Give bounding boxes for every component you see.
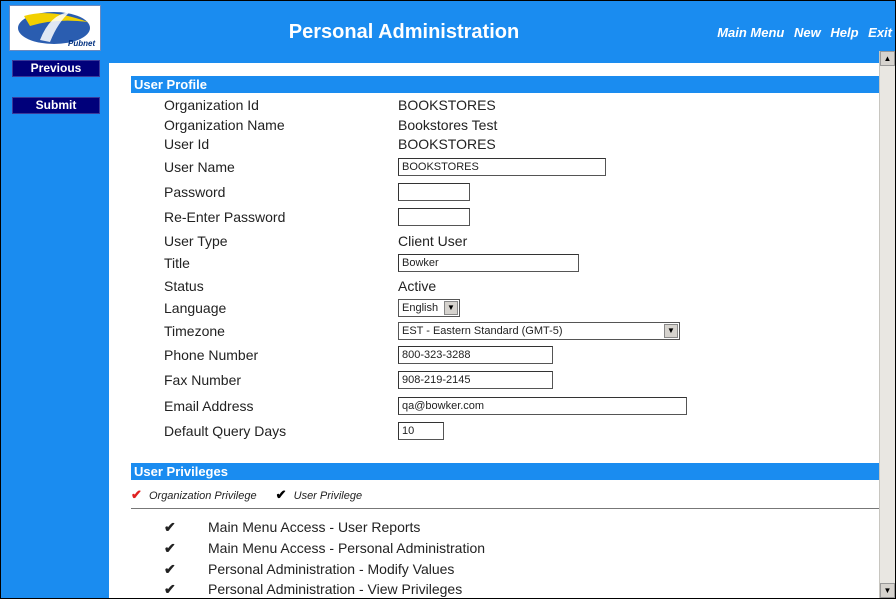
reenter-password-row: Re-Enter Password xyxy=(164,207,864,227)
chevron-down-icon[interactable]: ▼ xyxy=(444,301,458,315)
user-name-label: User Name xyxy=(164,159,235,175)
app-window: Pubnet Previous Submit Personal Administ… xyxy=(0,0,896,599)
reenter-password-label: Re-Enter Password xyxy=(164,209,286,225)
title-row: Title Bowker xyxy=(164,253,864,273)
fax-input[interactable]: 908-219-2145 xyxy=(398,371,553,389)
legend-user-label: User Privilege xyxy=(293,490,363,502)
language-label: Language xyxy=(164,300,227,316)
query-days-row: Default Query Days 10 xyxy=(164,421,864,441)
phone-label: Phone Number xyxy=(164,347,259,363)
checkmark-icon: ✔ xyxy=(164,581,176,597)
org-id-label: Organization Id xyxy=(164,97,259,113)
org-name-value: Bookstores Test xyxy=(398,117,498,133)
email-row: Email Address qa@bowker.com xyxy=(164,396,864,416)
help-link[interactable]: Help xyxy=(830,25,858,40)
pubnet-logo: Pubnet xyxy=(9,5,101,51)
page-title: Personal Administration xyxy=(288,21,520,43)
status-label: Status xyxy=(164,278,204,294)
org-name-label: Organization Name xyxy=(164,117,285,133)
chevron-down-icon[interactable]: ▼ xyxy=(664,324,678,338)
email-input[interactable]: qa@bowker.com xyxy=(398,397,687,415)
user-type-value: Client User xyxy=(398,233,468,249)
legend-org-label: Organization Privilege xyxy=(148,490,257,502)
query-days-input[interactable]: 10 xyxy=(398,422,444,440)
user-profile-header: User Profile xyxy=(131,76,879,93)
title-label: Title xyxy=(164,255,190,271)
section-divider xyxy=(131,508,879,509)
user-name-row: User Name BOOKSTORES xyxy=(164,157,864,177)
new-link[interactable]: New xyxy=(794,25,821,40)
language-select-value: English xyxy=(402,302,439,314)
language-row: Language English ▼ xyxy=(164,298,864,318)
scroll-down-icon[interactable]: ▼ xyxy=(880,583,895,598)
timezone-label: Timezone xyxy=(164,323,225,339)
password-row: Password xyxy=(164,182,864,202)
fax-row: Fax Number 908-219-2145 xyxy=(164,370,864,390)
user-id-value: BOOKSTORES xyxy=(398,136,496,152)
privilege-item: ✔ Main Menu Access - User Reports xyxy=(164,517,420,537)
exit-link[interactable]: Exit xyxy=(868,25,892,40)
reenter-password-input[interactable] xyxy=(398,208,470,226)
privilege-label: Main Menu Access - User Reports xyxy=(208,519,421,535)
org-id-row: Organization Id BOOKSTORES xyxy=(164,95,864,115)
checkmark-icon: ✔ xyxy=(164,519,176,535)
previous-button[interactable]: Previous xyxy=(12,60,100,77)
timezone-row: Timezone EST - Eastern Standard (GMT-5) … xyxy=(164,321,864,341)
header-bar: Personal Administration Main Menu New He… xyxy=(109,1,895,63)
sidebar: Pubnet Previous Submit xyxy=(1,1,109,598)
main-content: User Profile Organization Id BOOKSTORES … xyxy=(109,63,881,598)
privilege-label: Main Menu Access - Personal Administrati… xyxy=(208,540,486,556)
user-privileges-header: User Privileges xyxy=(131,463,879,480)
privilege-label: Personal Administration - Modify Values xyxy=(208,561,455,577)
submit-button[interactable]: Submit xyxy=(12,97,100,114)
checkmark-icon: ✔ xyxy=(164,540,176,556)
org-id-value: BOOKSTORES xyxy=(398,97,496,113)
org-name-row: Organization Name Bookstores Test xyxy=(164,115,864,135)
scroll-up-icon[interactable]: ▲ xyxy=(880,51,895,66)
language-select[interactable]: English ▼ xyxy=(398,299,460,317)
user-type-label: User Type xyxy=(164,233,228,249)
user-id-row: User Id BOOKSTORES xyxy=(164,134,864,154)
title-input[interactable]: Bowker xyxy=(398,254,579,272)
status-value: Active xyxy=(398,278,437,294)
logo-text: Pubnet xyxy=(68,39,95,48)
fax-label: Fax Number xyxy=(164,372,242,388)
email-label: Email Address xyxy=(164,398,254,414)
password-label: Password xyxy=(164,184,226,200)
privilege-legend: ✔ Organization Privilege ✔ User Privileg… xyxy=(131,487,362,503)
phone-row: Phone Number 800-323-3288 xyxy=(164,345,864,365)
privilege-label: Personal Administration - View Privilege… xyxy=(208,581,463,597)
red-checkmark-icon: ✔ xyxy=(131,487,142,502)
user-id-label: User Id xyxy=(164,136,210,152)
user-type-row: User Type Client User xyxy=(164,231,864,251)
phone-input[interactable]: 800-323-3288 xyxy=(398,346,553,364)
privilege-item: ✔ Personal Administration - Modify Values xyxy=(164,559,454,579)
top-navigation: Main Menu New Help Exit xyxy=(711,25,892,40)
status-row: Status Active xyxy=(164,276,864,296)
timezone-select[interactable]: EST - Eastern Standard (GMT-5) ▼ xyxy=(398,322,680,340)
query-days-label: Default Query Days xyxy=(164,423,287,439)
timezone-select-value: EST - Eastern Standard (GMT-5) xyxy=(402,325,563,337)
checkmark-icon: ✔ xyxy=(164,561,176,577)
user-name-input[interactable]: BOOKSTORES xyxy=(398,158,606,176)
main-menu-link[interactable]: Main Menu xyxy=(717,25,784,40)
password-input[interactable] xyxy=(398,183,470,201)
black-checkmark-icon: ✔ xyxy=(275,487,287,502)
vertical-scrollbar[interactable]: ▲ ▼ xyxy=(879,51,895,598)
privilege-item: ✔ Main Menu Access - Personal Administrat… xyxy=(164,538,485,558)
privilege-item: ✔ Personal Administration - View Privileg… xyxy=(164,579,462,598)
